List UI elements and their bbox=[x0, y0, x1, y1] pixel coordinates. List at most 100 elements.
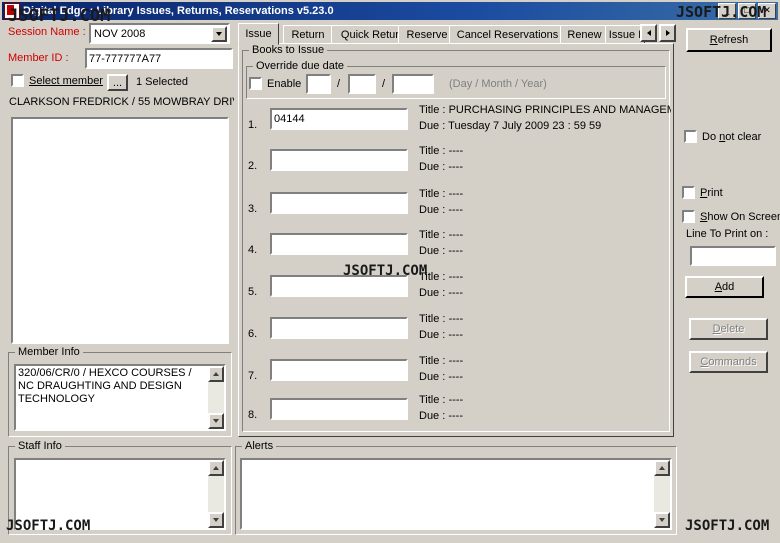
member-list-box[interactable] bbox=[11, 117, 229, 344]
book-title-1: Title : PURCHASING PRINCIPLES AND MANAGE… bbox=[419, 104, 671, 116]
book-code-input-6[interactable] bbox=[270, 317, 408, 339]
scroll-down-icon[interactable] bbox=[654, 512, 670, 528]
row-number-5: 5. bbox=[248, 286, 258, 298]
refresh-button[interactable]: Refresh bbox=[686, 28, 772, 52]
override-enable-checkbox[interactable]: Enable bbox=[249, 77, 301, 90]
book-title-7: Title : ---- bbox=[419, 355, 671, 367]
minimize-button[interactable]: _ bbox=[718, 3, 736, 19]
book-title-3: Title : ---- bbox=[419, 188, 671, 200]
title-value: ---- bbox=[448, 229, 464, 241]
checkbox-box[interactable] bbox=[682, 186, 695, 199]
application-window: Digital Edge : Library Issues, Returns, … bbox=[0, 0, 780, 543]
title-prefix: Title : bbox=[419, 355, 446, 367]
book-code-input-3[interactable] bbox=[270, 192, 408, 214]
scroll-down-icon[interactable] bbox=[208, 512, 224, 528]
selected-count-label: 1 Selected bbox=[136, 76, 188, 88]
maximize-button[interactable]: □ bbox=[738, 3, 756, 19]
select-member-checkbox[interactable]: Select member bbox=[11, 74, 103, 87]
checkbox-box[interactable] bbox=[682, 210, 695, 223]
staff-info-textbox[interactable] bbox=[14, 458, 226, 530]
browse-member-button[interactable]: ... bbox=[107, 74, 128, 91]
tab-renew[interactable]: Renew bbox=[560, 25, 609, 44]
add-button[interactable]: Add bbox=[685, 276, 764, 298]
member-name-line: CLARKSON FREDRICK / 55 MOWBRAY DRIV bbox=[9, 96, 234, 108]
print-label: Print bbox=[700, 186, 723, 199]
book-code-input-1[interactable]: 04144 bbox=[270, 108, 408, 130]
scroll-up-icon[interactable] bbox=[208, 366, 224, 382]
member-info-text: 320/06/CR/0 / HEXCO COURSES / NC DRAUGHT… bbox=[18, 367, 192, 405]
due-prefix: Due : bbox=[419, 120, 446, 132]
book-code-input-4[interactable] bbox=[270, 233, 408, 255]
title-prefix: Title : bbox=[419, 229, 446, 241]
commands-button: Commands bbox=[689, 351, 768, 373]
scroll-down-icon[interactable] bbox=[208, 413, 224, 429]
book-code-input-7[interactable] bbox=[270, 359, 408, 381]
due-value: ---- bbox=[448, 329, 464, 341]
session-name-label: Session Name : bbox=[8, 26, 86, 38]
books-to-issue-title: Books to Issue bbox=[249, 44, 328, 56]
close-button[interactable]: ✕ bbox=[758, 3, 776, 19]
book-title-6: Title : ---- bbox=[419, 313, 671, 325]
due-prefix: Due : bbox=[419, 287, 446, 299]
row-number-1: 1. bbox=[248, 119, 258, 131]
tab-issue[interactable]: Issue bbox=[238, 23, 279, 45]
checkbox-box[interactable] bbox=[684, 130, 697, 143]
row-number-2: 2. bbox=[248, 160, 258, 172]
tab-return-2[interactable]: Return bbox=[283, 25, 333, 44]
checkbox-box[interactable] bbox=[249, 77, 262, 90]
book-title-2: Title : ---- bbox=[419, 145, 671, 157]
book-due-2: Due : ---- bbox=[419, 161, 671, 173]
session-name-value: NOV 2008 bbox=[94, 27, 146, 40]
member-id-label: Member ID : bbox=[8, 52, 69, 64]
book-code-input-5[interactable] bbox=[270, 275, 408, 297]
print-checkbox[interactable]: Print bbox=[682, 186, 723, 199]
tab-issue-list[interactable]: Issue I bbox=[605, 25, 645, 44]
title-prefix: Title : bbox=[419, 271, 446, 283]
override-due-date-title: Override due date bbox=[253, 60, 348, 72]
title-prefix: Title : bbox=[419, 313, 446, 325]
title-value: ---- bbox=[448, 271, 464, 283]
title-bar: Digital Edge : Library Issues, Returns, … bbox=[2, 2, 778, 20]
row-number-7: 7. bbox=[248, 370, 258, 382]
member-info-scrollbar[interactable] bbox=[208, 366, 224, 429]
tab-reserve[interactable]: Reserve bbox=[398, 25, 456, 44]
book-due-1: Due : Tuesday 7 July 2009 23 : 59 59 bbox=[419, 120, 671, 132]
chevron-down-icon[interactable] bbox=[211, 25, 227, 42]
session-name-combo[interactable]: NOV 2008 bbox=[89, 23, 230, 44]
alerts-scrollbar[interactable] bbox=[654, 460, 670, 528]
book-title-5: Title : ---- bbox=[419, 271, 671, 283]
override-year-input[interactable] bbox=[392, 74, 434, 94]
scroll-up-icon[interactable] bbox=[208, 460, 224, 476]
book-due-4: Due : ---- bbox=[419, 245, 671, 257]
row-number-8: 8. bbox=[248, 409, 258, 421]
title-prefix: Title : bbox=[419, 188, 446, 200]
show-on-screen-checkbox[interactable]: Show On Screen bbox=[682, 210, 780, 223]
member-info-textbox[interactable]: 320/06/CR/0 / HEXCO COURSES / NC DRAUGHT… bbox=[14, 364, 226, 431]
row-number-6: 6. bbox=[248, 328, 258, 340]
due-prefix: Due : bbox=[419, 329, 446, 341]
tab-scroll-right-icon[interactable] bbox=[659, 24, 676, 42]
book-code-input-2[interactable] bbox=[270, 149, 408, 171]
scroll-up-icon[interactable] bbox=[654, 460, 670, 476]
override-day-input[interactable] bbox=[306, 74, 331, 94]
member-id-input[interactable]: 77-777777A77 bbox=[85, 48, 233, 69]
title-prefix: Title : bbox=[419, 104, 446, 116]
alerts-textbox[interactable] bbox=[240, 458, 672, 530]
refresh-label: Refresh bbox=[709, 34, 749, 46]
watermark-bottom-right: JSOFTJ.COM bbox=[685, 518, 770, 534]
book-code-input-8[interactable] bbox=[270, 398, 408, 420]
line-to-print-input[interactable] bbox=[690, 246, 776, 266]
due-value: ---- bbox=[448, 245, 464, 257]
do-not-clear-checkbox[interactable]: Do not clear bbox=[684, 130, 761, 143]
book-title-4: Title : ---- bbox=[419, 229, 671, 241]
tab-scroll-left-icon[interactable] bbox=[640, 24, 657, 42]
date-format-hint: (Day / Month / Year) bbox=[449, 78, 547, 90]
checkbox-box[interactable] bbox=[11, 74, 24, 87]
tab-cancel-reservations[interactable]: Cancel Reservations bbox=[449, 25, 566, 44]
app-icon bbox=[4, 3, 20, 19]
due-value: ---- bbox=[448, 410, 464, 422]
title-prefix: Title : bbox=[419, 145, 446, 157]
title-value: ---- bbox=[448, 145, 464, 157]
staff-info-scrollbar[interactable] bbox=[208, 460, 224, 528]
override-month-input[interactable] bbox=[348, 74, 376, 94]
